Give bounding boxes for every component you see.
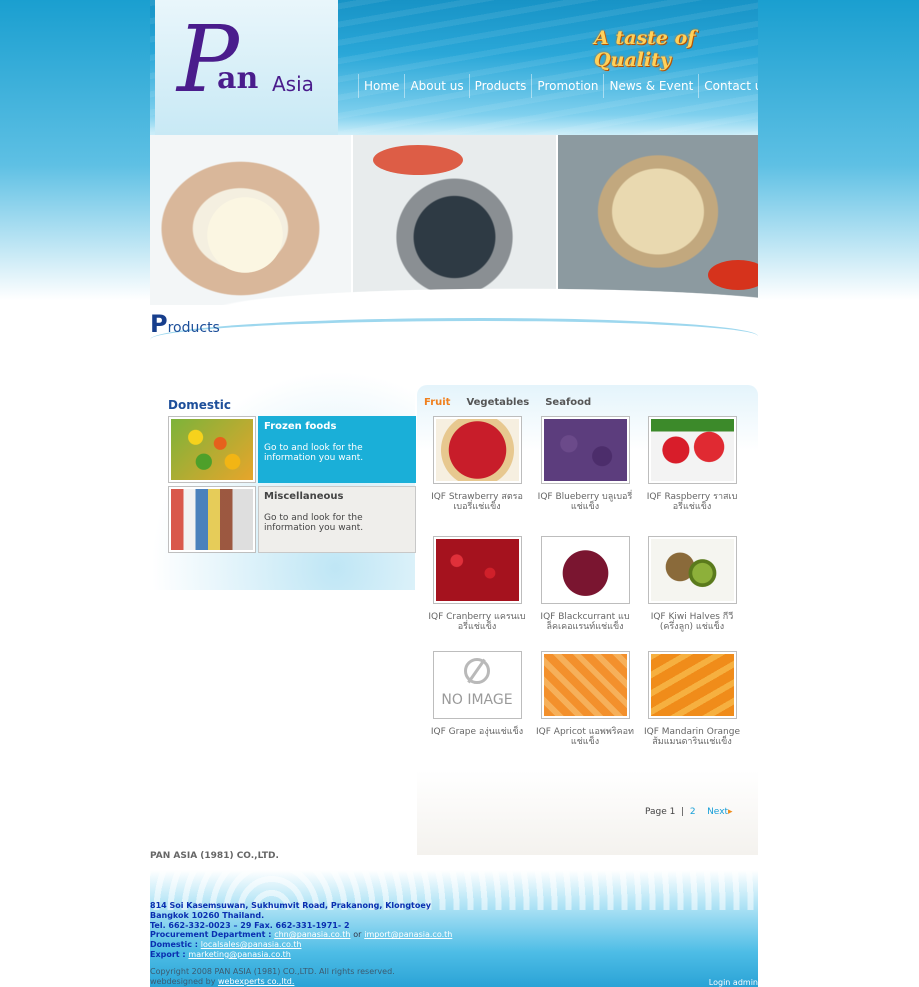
domestic-title: Domestic xyxy=(168,398,231,412)
product-name[interactable]: IQF Raspberry ราสเบอรี่แช่แข็ง xyxy=(637,492,747,512)
products-heading: Products xyxy=(150,310,220,338)
nav-contact-us[interactable]: Contact us xyxy=(698,74,758,98)
address-line-1: 814 Soi Kasemsuwan, Sukhumvit Road, Prak… xyxy=(150,901,432,910)
footer-address: 814 Soi Kasemsuwan, Sukhumvit Road, Prak… xyxy=(150,901,452,960)
product-item[interactable]: IQF Blackcurrant แบล็คเคอแรนท์แช่แข็ง xyxy=(530,536,640,632)
company-name: PAN ASIA (1981) CO.,LTD. xyxy=(150,851,279,861)
domestic-email[interactable]: localsales@panasia.co.th xyxy=(201,940,302,949)
domestic-label: Domestic : xyxy=(150,940,198,950)
product-item[interactable]: IQF Kiwi Halves กีวี (ครึ่งลูก) แช่แข็ง xyxy=(637,536,747,632)
product-item[interactable]: NO IMAGE IQF Grape องุ่นแช่แข็ง xyxy=(422,651,532,737)
logo-word-an: an xyxy=(217,61,259,96)
product-thumb[interactable] xyxy=(647,536,737,604)
procurement-email-1[interactable]: chn@panasia.co.th xyxy=(274,930,350,939)
product-name[interactable]: IQF Strawberry สตรอเบอรี่แช่แข็ง xyxy=(422,492,532,512)
product-thumb[interactable] xyxy=(540,536,630,604)
tab-fruit[interactable]: Fruit xyxy=(424,397,450,408)
category-frozen-foods[interactable]: Frozen foods Go to and look for the info… xyxy=(168,416,416,483)
page-container: P an Asia A taste of Quality Home About … xyxy=(150,0,758,987)
export-label: Export : xyxy=(150,949,186,959)
products-heading-initial: P xyxy=(150,310,168,338)
category-thumb[interactable] xyxy=(168,416,256,483)
export-email[interactable]: marketing@panasia.co.th xyxy=(188,950,290,959)
product-name[interactable]: IQF Grape องุ่นแช่แข็ง xyxy=(422,727,532,737)
main-nav: Home About us Products Promotion News & … xyxy=(358,74,758,98)
category-info[interactable]: Frozen foods Go to and look for the info… xyxy=(258,416,416,483)
phone-fax: Tel. 662-332-0023 – 29 Fax. 662-331-1971… xyxy=(150,920,350,930)
blackcurrant-image xyxy=(543,539,627,601)
logo-word-asia: Asia xyxy=(272,72,314,96)
header: P an Asia A taste of Quality Home About … xyxy=(150,0,758,135)
strawberry-image xyxy=(435,419,519,481)
export-contact: Export : marketing@panasia.co.th xyxy=(150,950,452,960)
product-name[interactable]: IQF Apricot แอพพริคอทแช่แข็ง xyxy=(530,727,640,747)
nav-home[interactable]: Home xyxy=(358,74,404,98)
nav-news-event[interactable]: News & Event xyxy=(603,74,698,98)
procurement-label: Procurement Department : xyxy=(150,930,272,940)
product-item[interactable]: IQF Raspberry ราสเบอรี่แช่แข็ง xyxy=(637,416,747,512)
product-thumb[interactable] xyxy=(540,651,630,719)
copyright-text: Copyright 2008 PAN ASIA (1981) CO.,LTD. … xyxy=(150,967,395,976)
page-label: Page 1 xyxy=(645,807,676,817)
pagination: Page 1 | 2 Next▸ xyxy=(645,807,733,817)
logo[interactable]: P an Asia xyxy=(155,0,338,135)
procurement-contact: Procurement Department : chn@panasia.co.… xyxy=(150,930,452,940)
product-name[interactable]: IQF Cranberry แครนเบอรี่แช่แข็ง xyxy=(422,612,532,632)
banner-wave xyxy=(150,280,758,310)
products-heading-rest: roducts xyxy=(167,320,220,336)
product-item[interactable]: IQF Cranberry แครนเบอรี่แช่แข็ง xyxy=(422,536,532,632)
product-name[interactable]: IQF Mandarin Orange ส้มแมนดารินแช่แข็ง xyxy=(637,727,747,747)
procurement-email-2[interactable]: import@panasia.co.th xyxy=(364,930,452,939)
mandarin-image xyxy=(650,654,734,716)
product-name[interactable]: IQF Blackcurrant แบล็คเคอแรนท์แช่แข็ง xyxy=(530,612,640,632)
product-thumb[interactable] xyxy=(432,536,522,604)
category-desc: Go to and look for the information you w… xyxy=(264,443,364,463)
products-swoosh xyxy=(150,318,758,358)
webdesign-credit: webdesigned by webexperts co.,ltd. xyxy=(150,977,395,987)
frozen-vegetables-image xyxy=(171,419,253,480)
kiwi-image xyxy=(650,539,734,601)
login-admin-link[interactable]: Login admin xyxy=(709,978,758,987)
category-desc: Go to and look for the information you w… xyxy=(264,513,364,533)
webdesign-link[interactable]: webexperts co.,ltd. xyxy=(218,977,294,986)
tab-seafood[interactable]: Seafood xyxy=(545,397,591,408)
cranberry-image xyxy=(435,539,519,601)
webdesign-label: webdesigned by xyxy=(150,977,216,986)
or-text: or xyxy=(353,930,362,940)
tagline: A taste of Quality xyxy=(594,27,696,71)
product-thumb[interactable] xyxy=(540,416,630,484)
product-thumb[interactable] xyxy=(647,416,737,484)
nav-promotion[interactable]: Promotion xyxy=(531,74,603,98)
footer-copyright: Copyright 2008 PAN ASIA (1981) CO.,LTD. … xyxy=(150,967,395,987)
page-2-link[interactable]: 2 xyxy=(690,807,696,817)
product-thumb[interactable] xyxy=(432,416,522,484)
category-info[interactable]: Miscellaneous Go to and look for the inf… xyxy=(258,486,416,553)
product-tabs: Fruit Vegetables Seafood xyxy=(424,397,591,408)
product-item[interactable]: IQF Blueberry บลูเบอรี่แช่แข็ง xyxy=(530,416,640,512)
page-separator: | xyxy=(681,807,685,817)
nav-products[interactable]: Products xyxy=(468,74,532,98)
product-item[interactable]: IQF Apricot แอพพริคอทแช่แข็ง xyxy=(530,651,640,747)
category-title: Miscellaneous xyxy=(264,491,344,502)
category-thumb[interactable] xyxy=(168,486,256,553)
category-title: Frozen foods xyxy=(264,421,337,432)
product-item[interactable]: IQF Strawberry สตรอเบอรี่แช่แข็ง xyxy=(422,416,532,512)
category-miscellaneous[interactable]: Miscellaneous Go to and look for the inf… xyxy=(168,486,416,553)
product-name[interactable]: IQF Kiwi Halves กีวี (ครึ่งลูก) แช่แข็ง xyxy=(637,612,747,632)
tab-vegetables[interactable]: Vegetables xyxy=(466,397,529,408)
nav-about-us[interactable]: About us xyxy=(404,74,468,98)
domestic-contact: Domestic : localsales@panasia.co.th xyxy=(150,940,452,950)
next-page-link[interactable]: Next xyxy=(707,807,728,817)
product-thumb[interactable] xyxy=(647,651,737,719)
raspberry-image xyxy=(650,419,734,481)
next-arrow-icon[interactable]: ▸ xyxy=(728,807,733,817)
product-thumb[interactable]: NO IMAGE xyxy=(432,651,522,719)
apricot-image xyxy=(543,654,627,716)
no-image-label: NO IMAGE xyxy=(441,692,513,708)
address-line-2: Bangkok 10260 Thailand. xyxy=(150,910,265,920)
blueberry-image xyxy=(543,419,627,481)
canned-goods-image xyxy=(171,489,253,550)
product-item[interactable]: IQF Mandarin Orange ส้มแมนดารินแช่แข็ง xyxy=(637,651,747,747)
product-name[interactable]: IQF Blueberry บลูเบอรี่แช่แข็ง xyxy=(530,492,640,512)
